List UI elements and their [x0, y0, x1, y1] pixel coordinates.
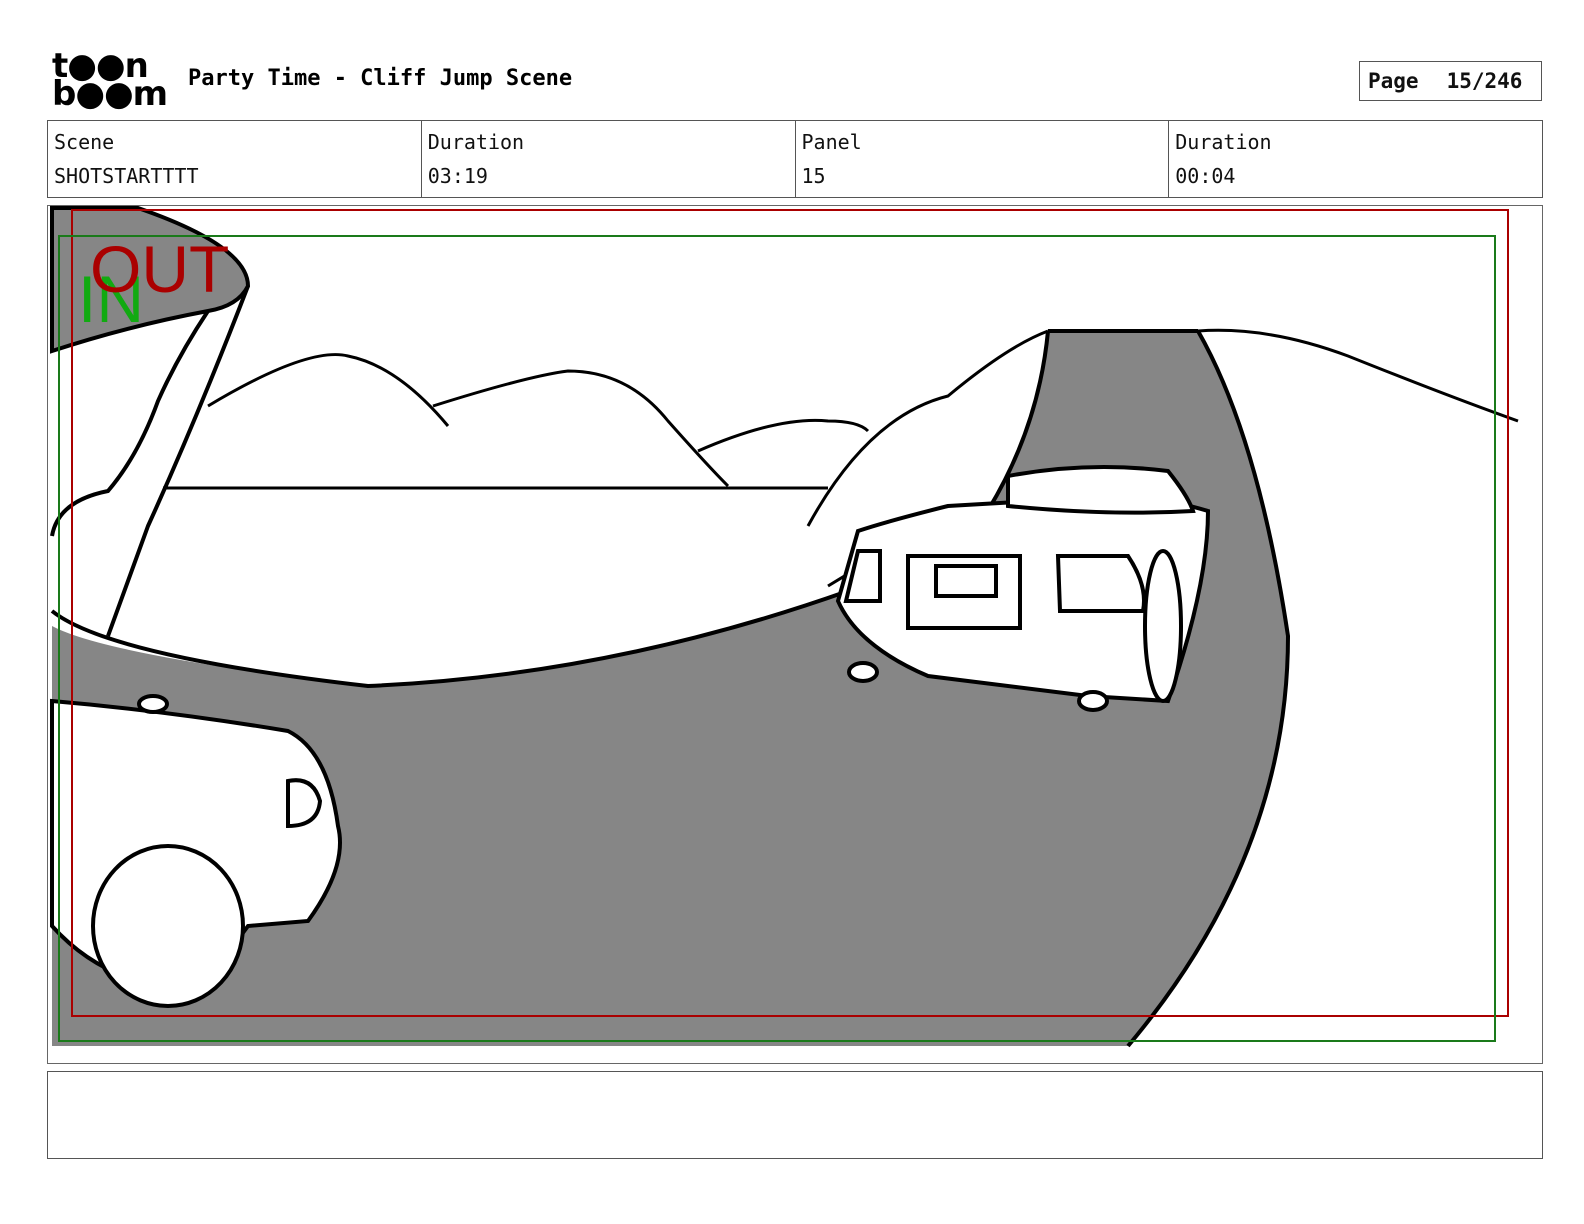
page-indicator: Page 15/246 [1359, 61, 1542, 101]
scene-duration-value: 03:19 [427, 164, 488, 188]
scene-duration-cell: Duration 03:19 [422, 121, 796, 197]
storyboard-drawing [50, 206, 1519, 1048]
page-value: 15/246 [1446, 69, 1523, 93]
out-marker-label: OUT [90, 232, 230, 306]
mountain-3 [697, 418, 870, 453]
scene-value: SHOTSTARTTTT [54, 164, 199, 188]
panel-duration-value: 00:04 [1175, 164, 1236, 188]
panel-duration-cell: Duration 00:04 [1169, 121, 1542, 197]
panel-info-table: Scene SHOTSTARTTTT Duration 03:19 Panel … [47, 120, 1543, 198]
panel-cell: Panel 15 [796, 121, 1170, 197]
panel-notes-box[interactable] [47, 1071, 1543, 1159]
panel-value: 15 [801, 164, 826, 188]
toonboom-logo: t●●n b●●m [52, 49, 168, 114]
scene-duration-label: Duration [427, 130, 525, 154]
storyboard-frame: IN OUT [47, 205, 1543, 1064]
mountain-1 [207, 353, 450, 427]
scene-cell: Scene SHOTSTARTTTT [48, 121, 422, 197]
panel-duration-label: Duration [1175, 130, 1272, 154]
hill-right [1197, 328, 1519, 423]
logo-line-bottom: b●●m [52, 74, 168, 114]
mountain-2 [432, 369, 730, 488]
page-label: Page [1368, 69, 1419, 93]
scene-label: Scene [54, 130, 115, 154]
project-title: Party Time - Cliff Jump Scene [188, 66, 573, 91]
panel-label: Panel [801, 130, 862, 154]
